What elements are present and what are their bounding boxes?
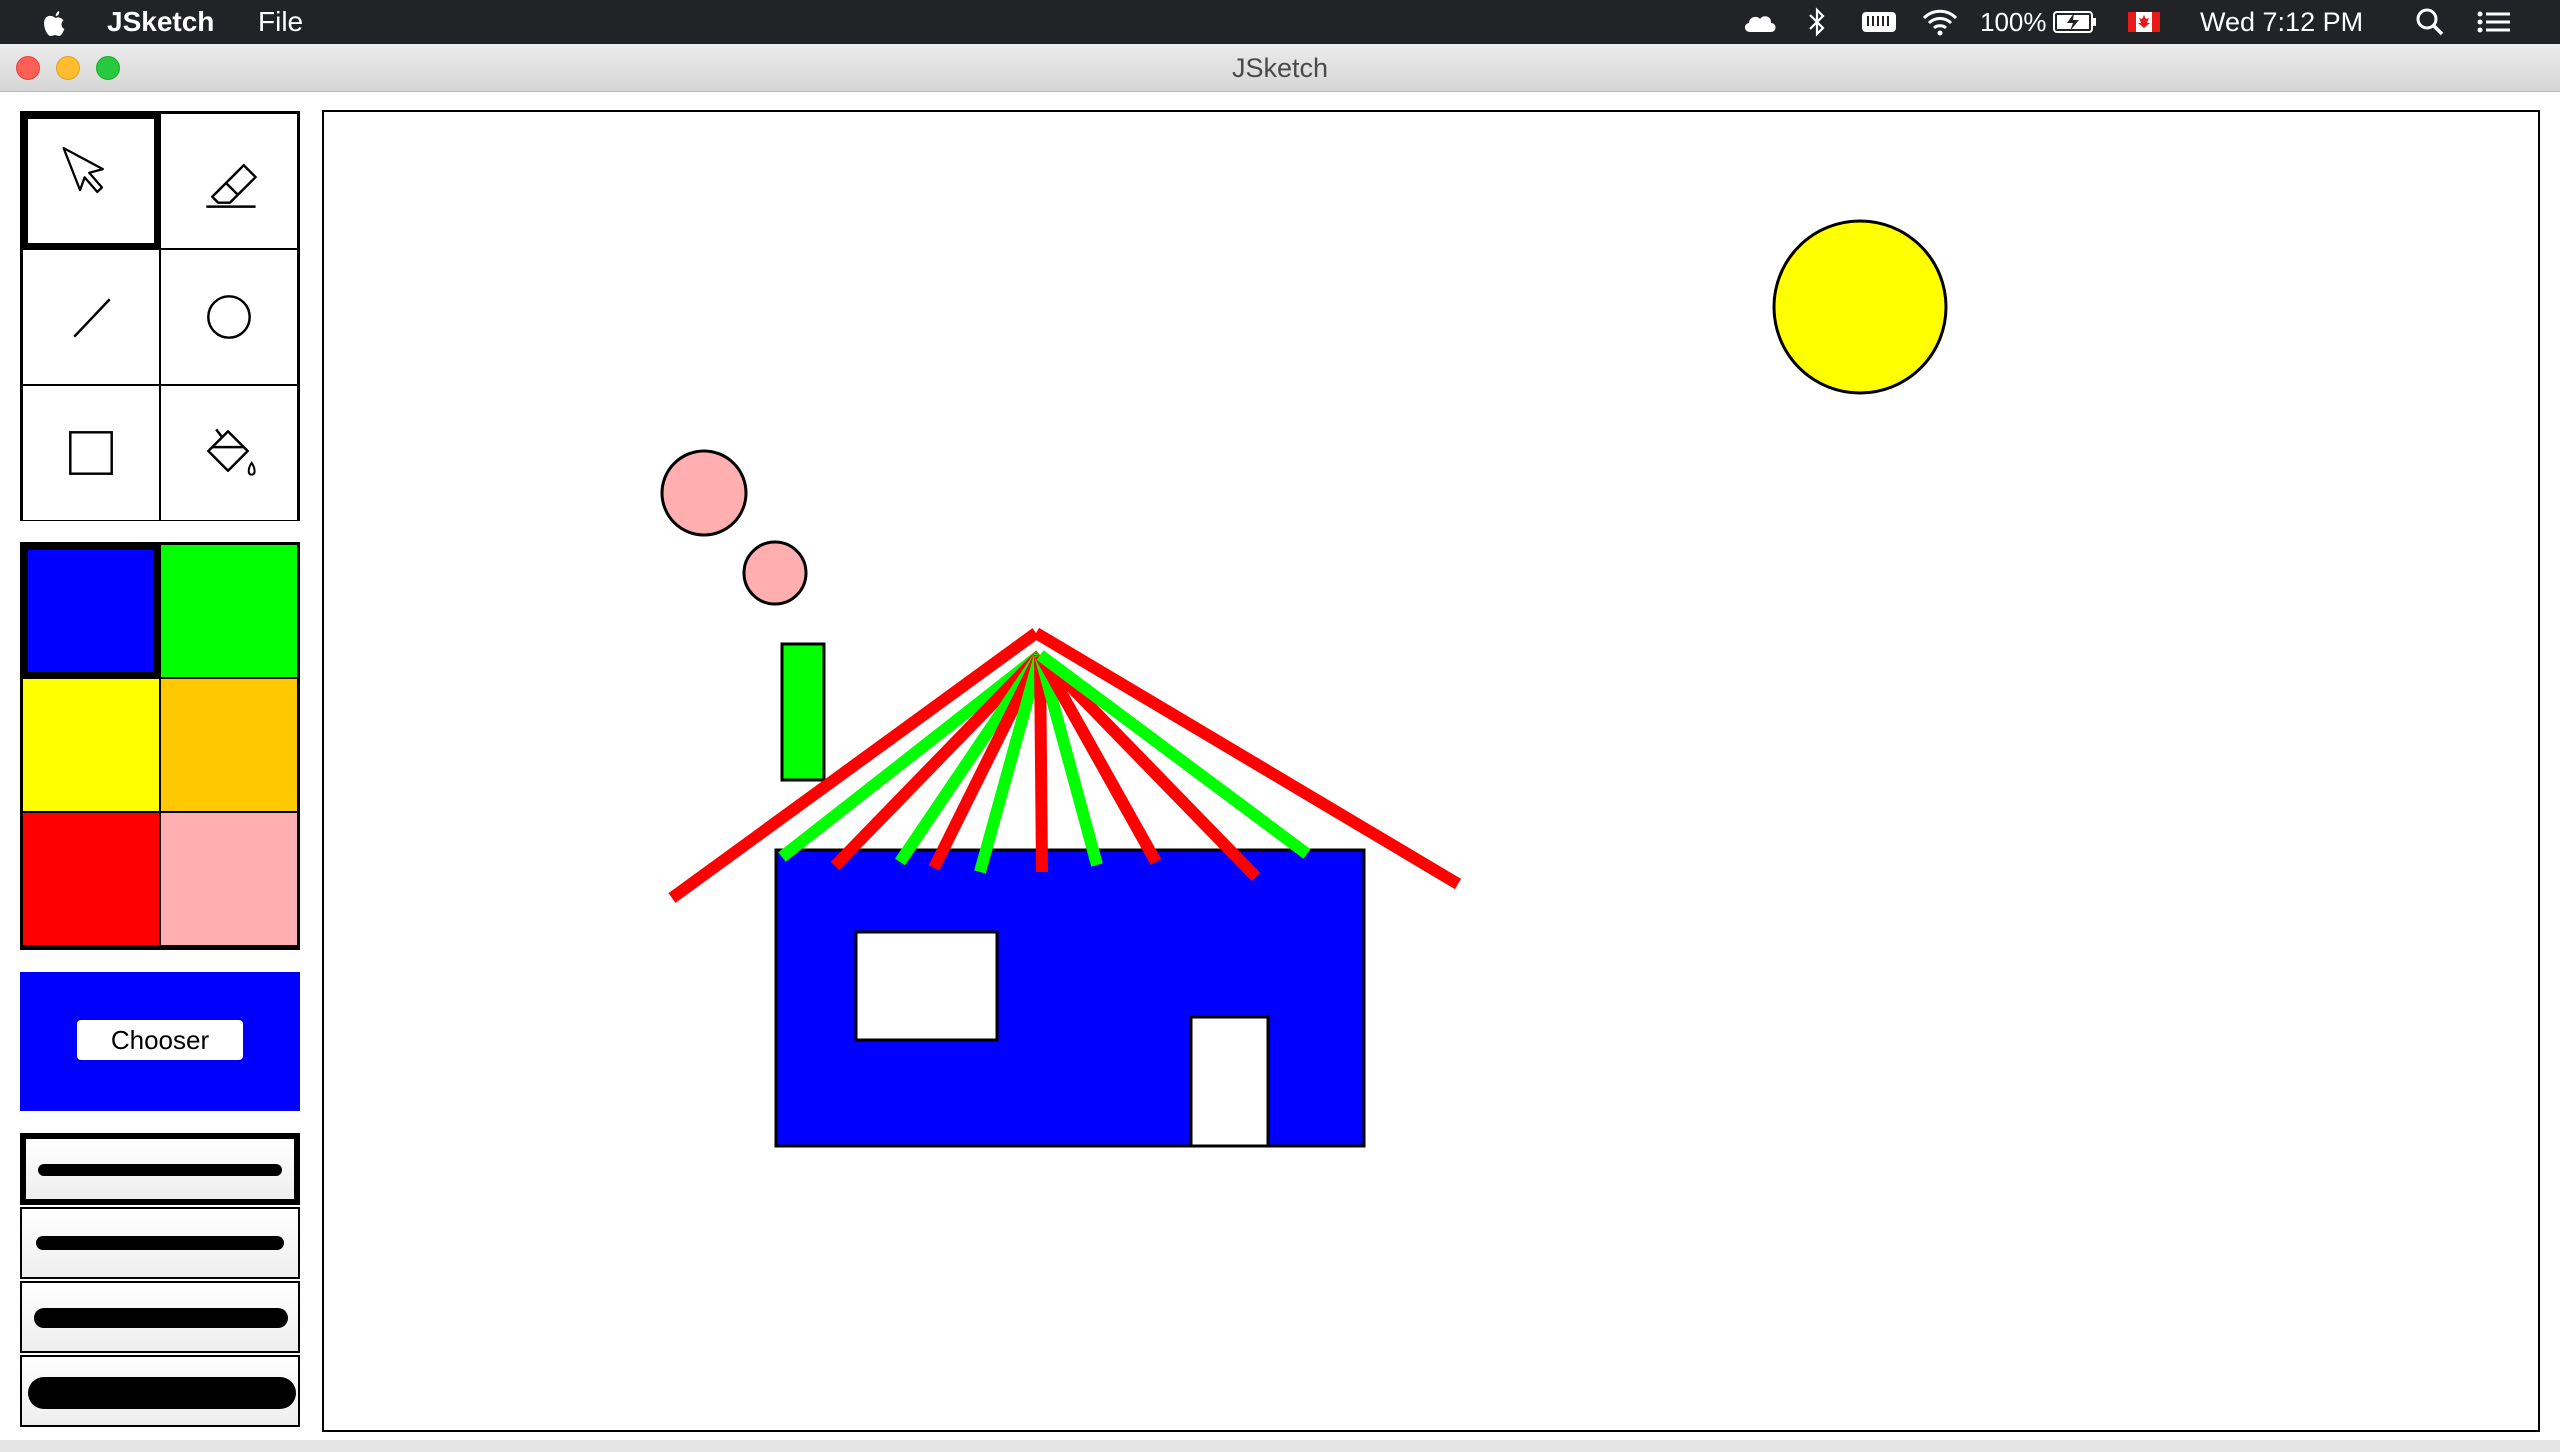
stroke-width-4-icon [28,1377,296,1409]
fill-tool-button[interactable] [160,385,298,521]
apple-icon[interactable] [40,6,68,38]
tool-palette [20,111,300,521]
select-tool-button[interactable] [22,113,160,249]
stroke-width-3-button[interactable] [20,1281,300,1353]
current-color-preview: Chooser [20,972,300,1111]
rectangle-tool-button[interactable] [22,385,160,521]
door-rect[interactable] [1189,1015,1270,1148]
file-menu[interactable]: File [258,0,303,44]
bluetooth-icon[interactable] [1806,6,1828,38]
paint-bucket-icon [207,428,256,476]
smoke-circle-large[interactable] [660,449,748,537]
battery-charging-icon[interactable] [2052,6,2098,38]
smoke-circle-small[interactable] [742,540,808,606]
roof-ray-red[interactable] [1034,654,1048,873]
stroke-width-1-icon [38,1164,282,1176]
clock[interactable]: Wed 7:12 PM [2200,0,2363,44]
line-tool-button[interactable] [22,249,160,385]
list-icon[interactable] [2474,6,2514,38]
drawing-canvas[interactable] [322,110,2540,1432]
window-title-bar: JSketch [0,44,2560,92]
circle-tool-button[interactable] [160,249,298,385]
window-bottom-edge [0,1440,2560,1452]
stroke-width-palette [20,1133,300,1429]
chimney-rect[interactable] [780,642,826,782]
circle-icon [207,295,251,339]
color-swatch-red[interactable] [22,812,160,946]
color-swatch-yellow[interactable] [22,678,160,812]
stroke-width-2-button[interactable] [20,1207,300,1279]
cursor-icon [62,147,104,194]
rectangle-icon [69,431,113,475]
keyboard-icon[interactable] [1860,6,1898,38]
line-icon [73,298,111,338]
search-icon[interactable] [2414,6,2446,38]
color-swatch-blue[interactable] [22,544,160,678]
color-swatch-green[interactable] [160,544,298,678]
canada-flag-icon[interactable] [2128,10,2160,34]
stroke-width-1-button[interactable] [20,1133,300,1205]
menu-bar: JSketch File 100% Wed 7:12 PM [0,0,2560,44]
color-swatch-orange[interactable] [160,678,298,812]
eraser-icon [206,164,257,208]
app-menu[interactable]: JSketch [107,0,214,44]
canvas-drawing [660,219,1948,1148]
stroke-width-3-icon [34,1308,288,1328]
icloud-icon[interactable] [1740,6,1780,38]
stroke-width-2-icon [36,1236,284,1250]
wifi-icon[interactable] [1920,6,1960,38]
chooser-button[interactable]: Chooser [77,1020,243,1060]
color-palette [20,542,300,950]
window-rect[interactable] [854,930,999,1042]
battery-percent: 100% [1980,7,2047,37]
window-title: JSketch [1231,53,1329,83]
color-swatch-pink[interactable] [160,812,298,946]
erase-tool-button[interactable] [160,113,298,249]
sun-circle[interactable] [1772,219,1948,395]
stroke-width-4-button[interactable] [20,1355,300,1427]
